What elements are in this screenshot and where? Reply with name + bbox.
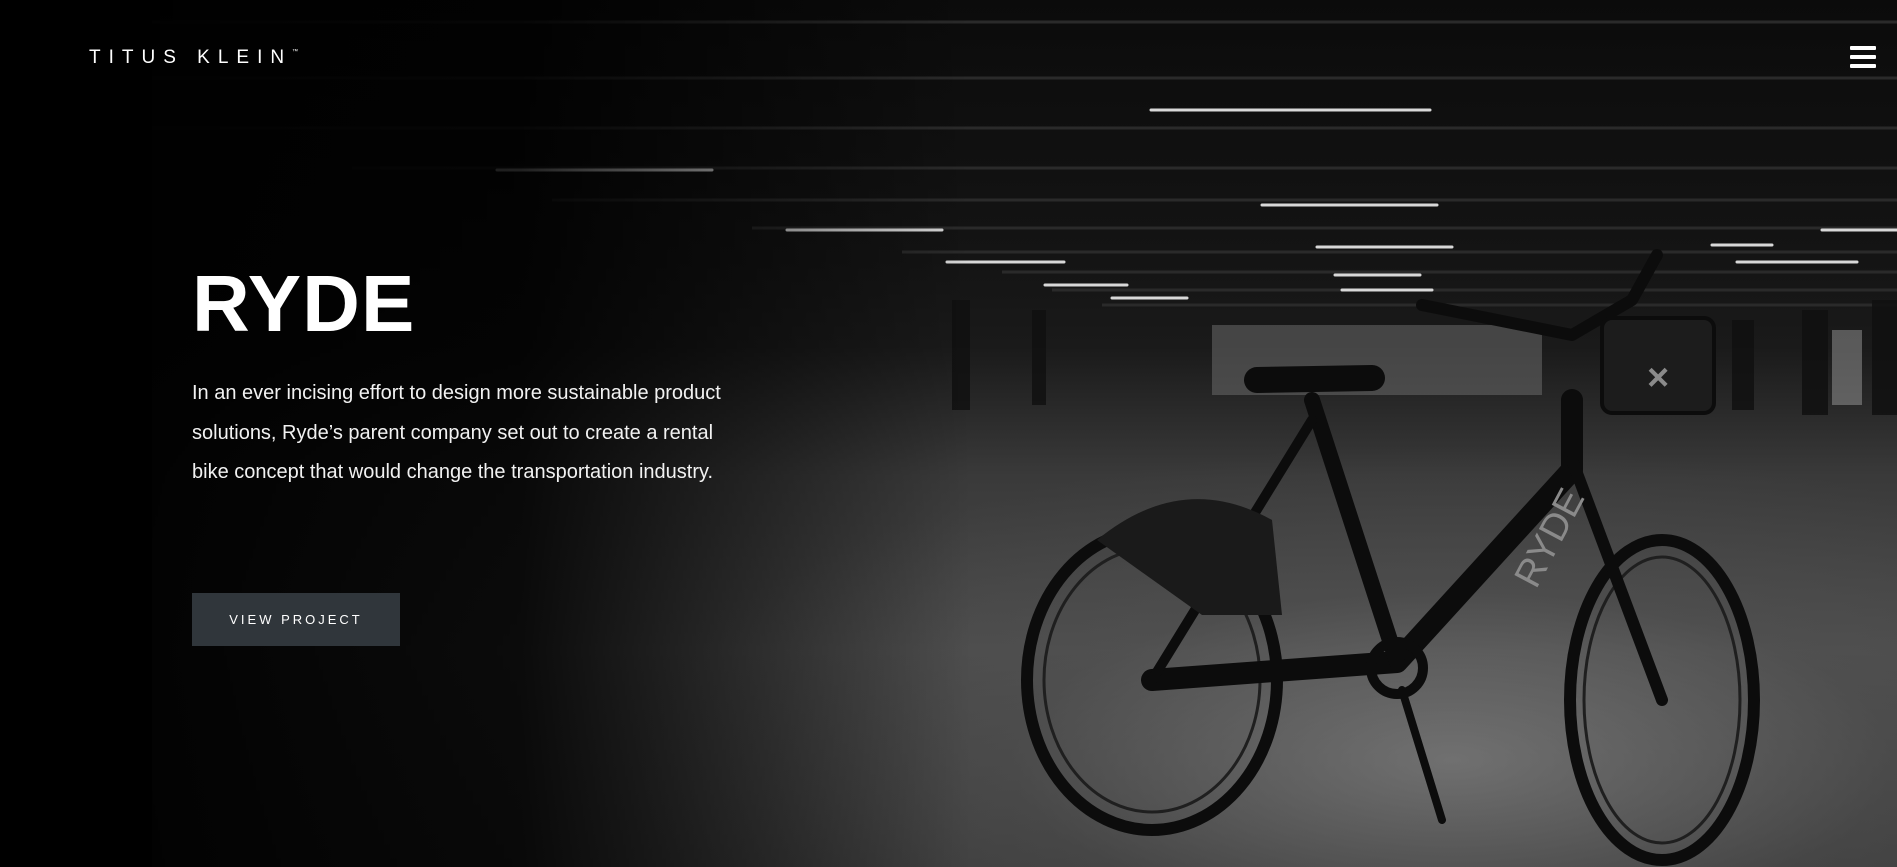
left-black-strip [0, 0, 152, 867]
hero-description: In an ever incising effort to design mor… [192, 382, 721, 483]
hero-content: RYDE In an ever incising effort to desig… [192, 258, 752, 493]
site-logo[interactable]: TITUS KLEIN™ [89, 47, 298, 69]
hamburger-menu-icon[interactable] [1850, 46, 1876, 68]
logo-text: TITUS KLEIN [89, 47, 293, 68]
trademark-mark: ™ [292, 49, 299, 55]
site-header: TITUS KLEIN™ [0, 0, 1897, 110]
hero-title: RYDE [192, 259, 416, 348]
menu-bar-bottom [1850, 64, 1876, 68]
page: × RYDE TITUS KLEIN™ RYDE In an ever inci… [0, 0, 1897, 867]
view-project-button[interactable]: VIEW PROJECT [192, 593, 400, 646]
menu-bar-top [1850, 46, 1876, 50]
svg-text:×: × [1647, 357, 1669, 399]
menu-bar-middle [1850, 55, 1876, 59]
